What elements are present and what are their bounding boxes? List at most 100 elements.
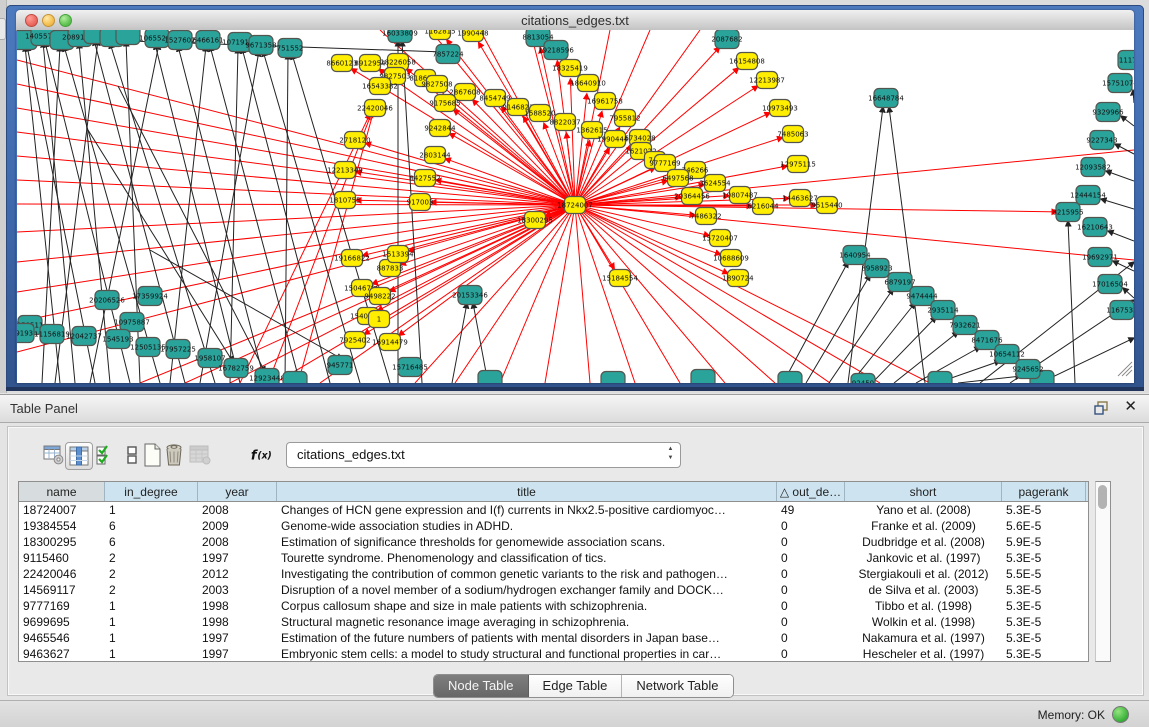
graph-node[interactable]: 16210643 [1077,218,1113,237]
select-all-check-icon[interactable] [93,442,119,468]
graph-node[interactable]: 12213349 [327,162,363,179]
table-row[interactable]: 969969511998Structural magnetic resonanc… [19,614,1088,630]
table-panel-titlebar[interactable]: Table Panel ✕ [0,394,1149,423]
graph-node[interactable] [601,372,625,384]
svg-text:3624554: 3624554 [699,180,731,188]
svg-text:11170: 11170 [1119,57,1134,65]
memory-ok-indicator[interactable] [1112,706,1129,723]
tab-network-table[interactable]: Network Table [622,675,732,697]
graph-node[interactable]: 9329966 [1092,103,1124,122]
graph-node[interactable]: 751552 [277,39,304,58]
graph-node[interactable]: 7955812 [609,110,640,127]
graph-node[interactable]: 1527602 [164,31,195,50]
show-column-icon[interactable] [65,442,93,470]
graph-node[interactable]: 17957225 [160,340,196,359]
svg-text:2718120: 2718120 [339,137,370,145]
close-panel-icon[interactable]: ✕ [1124,399,1137,415]
graph-node[interactable] [116,30,140,45]
graph-node[interactable]: 15720407 [702,230,738,247]
graph-node[interactable] [778,372,802,384]
graph-node[interactable]: 945771 [327,356,354,375]
function-builder-icon[interactable]: f(x) [249,442,275,468]
graph-node[interactable]: 1162815 [424,30,455,40]
table-cell: 49 [777,502,845,518]
graph-node[interactable]: 9227343 [1086,131,1117,150]
graph-node[interactable]: 12093582 [1075,158,1111,177]
graph-node[interactable]: 7932621 [949,316,980,335]
graph-node[interactable]: 15751074 [1102,74,1134,93]
graph-node[interactable]: 7485063 [777,126,808,143]
table-scrollbar-thumb[interactable] [1098,485,1107,509]
node-table[interactable]: namein_degreeyeartitle△ out_de…shortpage… [18,481,1089,662]
graph-node[interactable]: 16648784 [868,89,904,108]
table-row[interactable]: 1938455462009Genome-wide association stu… [19,518,1088,534]
tab-node-table[interactable]: Node Table [434,675,529,697]
table-panel-body: f(x) citations_edges.txt ▲▼ namein_degre… [8,427,1143,695]
graph-node[interactable]: 2087682 [711,30,742,49]
table-row[interactable]: 1456911722003Disruption of a novel membe… [19,582,1088,598]
graph-node[interactable]: 2718120 [339,132,370,149]
graph-node[interactable]: 20206526 [89,291,125,310]
table-row[interactable]: 946362711997Embryonic stem cells: a mode… [19,646,1088,662]
graph-node[interactable] [283,372,307,384]
graph-node[interactable]: 1167533 [1106,301,1134,320]
graph-node[interactable]: 6216044 [747,198,779,215]
column-header-out_de[interactable]: △ out_de… [777,482,845,501]
table-row[interactable]: 1872400712008Changes of HCN gene express… [19,502,1088,518]
graph-node[interactable]: 1890724 [722,270,754,287]
column-header-title[interactable]: title [277,482,777,501]
graph-node[interactable]: 9671358 [245,36,276,55]
graph-node[interactable]: 8660123 [326,55,357,72]
column-header-pagerank[interactable]: pagerank [1002,482,1086,501]
table-row[interactable]: 2242004622012Investigating the contribut… [19,566,1088,582]
graph-node[interactable]: 12213987 [749,72,785,89]
graph-node[interactable]: 20153346 [452,286,488,305]
column-header-in_degree[interactable]: in_degree [105,482,198,501]
graph-node[interactable]: 917003 [407,194,434,211]
graph-node[interactable]: 7857224 [432,45,464,64]
graph-node[interactable]: 19692971 [1082,248,1118,267]
graph-node[interactable]: 12444154 [1070,186,1106,205]
table-scrollbar[interactable] [1095,481,1111,662]
network-graph-canvas[interactable]: 1405571720891406106552871527602646616110… [17,30,1134,383]
graph-node[interactable]: 39193 [17,324,34,343]
graph-node[interactable] [691,370,715,384]
tab-edge-table[interactable]: Edge Table [529,675,623,697]
network-table-select[interactable]: citations_edges.txt ▲▼ [286,442,681,468]
graph-node[interactable]: 9245652 [1012,360,1043,379]
graph-node[interactable]: 16154808 [729,53,765,70]
column-header-name[interactable]: name [19,482,105,501]
graph-node[interactable]: 12975115 [780,156,816,173]
table-cell: Wolkin et al. (1998) [845,614,1002,630]
graph-node[interactable]: 8215955 [1052,203,1083,222]
graph-node[interactable]: 7486322 [690,208,721,225]
column-header-year[interactable]: year [198,482,277,501]
table-cell: Disruption of a novel member of a sodium… [277,582,777,598]
table-settings-icon[interactable] [41,442,67,468]
graph-node[interactable] [478,371,502,384]
graph-node[interactable]: 6466161 [192,31,223,50]
graph-node[interactable] [928,372,952,384]
graph-node[interactable]: 16033809 [382,30,418,43]
graph-node[interactable]: 1545193 [102,330,133,349]
table-row[interactable]: 946554611997Estimation of the future num… [19,630,1088,646]
graph-node[interactable]: 1990448 [457,30,488,42]
table-row[interactable]: 977716911998Corpus callosum shape and si… [19,598,1088,614]
network-window-titlebar[interactable]: citations_edges.txt [16,10,1134,31]
graph-node[interactable]: 11170 [1118,51,1134,70]
svg-text:15720407: 15720407 [702,235,738,243]
graph-node[interactable]: 1 [369,311,390,328]
graph-node[interactable]: 92450 [851,374,875,384]
table-row[interactable]: 911546021997Tourette syndrome. Phenomeno… [19,550,1088,566]
table-row[interactable]: 1830029562008Estimation of significance … [19,534,1088,550]
graph-node[interactable]: 8958923 [861,259,892,278]
graph-node[interactable]: 10688609 [713,250,749,267]
graph-node[interactable]: 19166822 [334,250,370,267]
column-header-short[interactable]: short [845,482,1002,501]
delete-trash-icon[interactable] [161,442,187,468]
graph-node[interactable]: 22420046 [357,100,393,117]
graph-node[interactable]: 15184554 [602,270,638,287]
graph-node[interactable]: 7925402 [339,332,370,349]
float-panel-icon[interactable] [1094,401,1109,415]
graph-node[interactable]: 16914479 [372,334,408,351]
